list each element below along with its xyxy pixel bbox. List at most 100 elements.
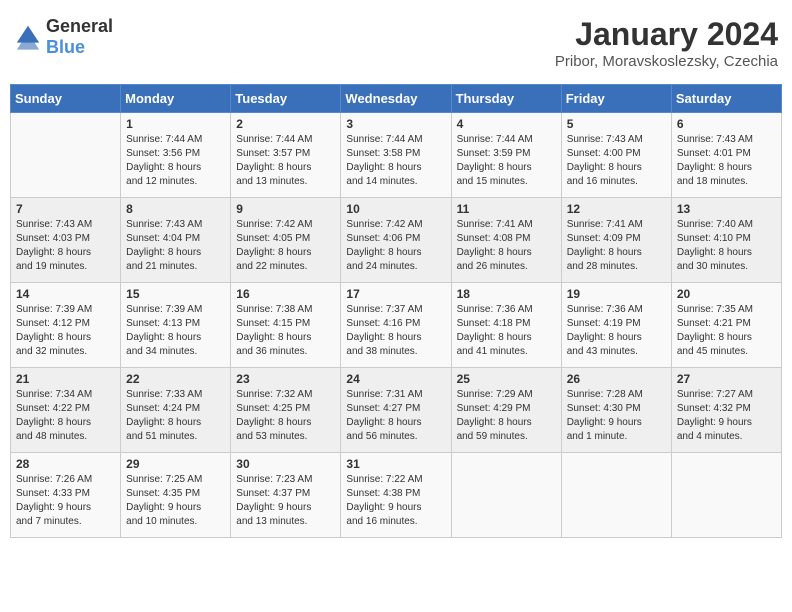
cell-content: Sunrise: 7:32 AM Sunset: 4:25 PM Dayligh… — [236, 388, 335, 444]
calendar-cell: 28 Sunrise: 7:26 AM Sunset: 4:33 PM Dayli… — [11, 453, 121, 538]
day-header-sunday: Sunday — [11, 85, 121, 113]
cell-content: Sunrise: 7:43 AM Sunset: 4:04 PM Dayligh… — [126, 218, 225, 274]
day-number: 17 — [346, 287, 445, 301]
calendar-cell: 13 Sunrise: 7:40 AM Sunset: 4:10 PM Dayli… — [671, 198, 781, 283]
cell-content: Sunrise: 7:43 AM Sunset: 4:03 PM Dayligh… — [16, 218, 115, 274]
calendar-cell: 23Sunrise: 7:32 AM Sunset: 4:25 PM Dayli… — [231, 368, 341, 453]
header: General Blue January 2024 Pribor, Moravs… — [10, 10, 782, 76]
day-number: 24 — [346, 372, 445, 386]
cell-content: Sunrise: 7:41 AM Sunset: 4:09 PM Dayligh… — [567, 218, 666, 274]
day-number: 10 — [346, 202, 445, 216]
day-header-friday: Friday — [561, 85, 671, 113]
cell-content: Sunrise: 7:40 AM Sunset: 4:10 PM Dayligh… — [677, 218, 776, 274]
cell-content: Sunrise: 7:42 AM Sunset: 4:06 PM Dayligh… — [346, 218, 445, 274]
cell-content: Sunrise: 7:31 AM Sunset: 4:27 PM Dayligh… — [346, 388, 445, 444]
day-number: 30 — [236, 457, 335, 471]
calendar-cell: 3 Sunrise: 7:44 AM Sunset: 3:58 PM Daylig… — [341, 113, 451, 198]
subtitle: Pribor, Moravskoslezsky, Czechia — [555, 53, 778, 70]
cell-content: Sunrise: 7:25 AM Sunset: 4:35 PM Dayligh… — [126, 473, 225, 529]
day-number: 13 — [677, 202, 776, 216]
calendar-cell: 17 Sunrise: 7:37 AM Sunset: 4:16 PM Dayli… — [341, 283, 451, 368]
calendar-cell: 1 Sunrise: 7:44 AM Sunset: 3:56 PM Daylig… — [121, 113, 231, 198]
day-number: 6 — [677, 117, 776, 131]
day-header-wednesday: Wednesday — [341, 85, 451, 113]
calendar-cell: 11 Sunrise: 7:41 AM Sunset: 4:08 PM Dayli… — [451, 198, 561, 283]
cell-content: Sunrise: 7:35 AM Sunset: 4:21 PM Dayligh… — [677, 303, 776, 359]
logo-icon — [14, 23, 42, 51]
calendar-cell: 31 Sunrise: 7:22 AM Sunset: 4:38 PM Dayli… — [341, 453, 451, 538]
cell-content: Sunrise: 7:33 AM Sunset: 4:24 PM Dayligh… — [126, 388, 225, 444]
calendar-cell: 27Sunrise: 7:27 AM Sunset: 4:32 PM Dayli… — [671, 368, 781, 453]
day-number: 19 — [567, 287, 666, 301]
day-number: 9 — [236, 202, 335, 216]
title-area: January 2024 Pribor, Moravskoslezsky, Cz… — [555, 16, 778, 70]
day-number: 1 — [126, 117, 225, 131]
calendar-cell: 20 Sunrise: 7:35 AM Sunset: 4:21 PM Dayli… — [671, 283, 781, 368]
cell-content: Sunrise: 7:39 AM Sunset: 4:12 PM Dayligh… — [16, 303, 115, 359]
calendar-header-row: SundayMondayTuesdayWednesdayThursdayFrid… — [11, 85, 782, 113]
cell-content: Sunrise: 7:41 AM Sunset: 4:08 PM Dayligh… — [457, 218, 556, 274]
cell-content: Sunrise: 7:23 AM Sunset: 4:37 PM Dayligh… — [236, 473, 335, 529]
cell-content: Sunrise: 7:44 AM Sunset: 3:58 PM Dayligh… — [346, 133, 445, 189]
calendar-cell: 7Sunrise: 7:43 AM Sunset: 4:03 PM Daylig… — [11, 198, 121, 283]
calendar-cell: 26 Sunrise: 7:28 AM Sunset: 4:30 PM Dayli… — [561, 368, 671, 453]
cell-content: Sunrise: 7:26 AM Sunset: 4:33 PM Dayligh… — [16, 473, 115, 529]
calendar-cell: 5 Sunrise: 7:43 AM Sunset: 4:00 PM Daylig… — [561, 113, 671, 198]
cell-content: Sunrise: 7:44 AM Sunset: 3:57 PM Dayligh… — [236, 133, 335, 189]
cell-content: Sunrise: 7:22 AM Sunset: 4:38 PM Dayligh… — [346, 473, 445, 529]
cell-content: Sunrise: 7:38 AM Sunset: 4:15 PM Dayligh… — [236, 303, 335, 359]
day-number: 25 — [457, 372, 556, 386]
calendar-cell: 2Sunrise: 7:44 AM Sunset: 3:57 PM Daylig… — [231, 113, 341, 198]
cell-content: Sunrise: 7:29 AM Sunset: 4:29 PM Dayligh… — [457, 388, 556, 444]
cell-content: Sunrise: 7:37 AM Sunset: 4:16 PM Dayligh… — [346, 303, 445, 359]
calendar-cell: 16 Sunrise: 7:38 AM Sunset: 4:15 PM Dayli… — [231, 283, 341, 368]
calendar-cell: 4 Sunrise: 7:44 AM Sunset: 3:59 PM Daylig… — [451, 113, 561, 198]
calendar-cell: 6 Sunrise: 7:43 AM Sunset: 4:01 PM Daylig… — [671, 113, 781, 198]
cell-content: Sunrise: 7:44 AM Sunset: 3:59 PM Dayligh… — [457, 133, 556, 189]
calendar-week-4: 21Sunrise: 7:34 AM Sunset: 4:22 PM Dayli… — [11, 368, 782, 453]
day-number: 16 — [236, 287, 335, 301]
day-number: 3 — [346, 117, 445, 131]
calendar-cell: 14Sunrise: 7:39 AM Sunset: 4:12 PM Dayli… — [11, 283, 121, 368]
calendar-week-1: 1 Sunrise: 7:44 AM Sunset: 3:56 PM Daylig… — [11, 113, 782, 198]
calendar-cell: 8 Sunrise: 7:43 AM Sunset: 4:04 PM Daylig… — [121, 198, 231, 283]
day-number: 15 — [126, 287, 225, 301]
day-header-monday: Monday — [121, 85, 231, 113]
day-header-saturday: Saturday — [671, 85, 781, 113]
cell-content: Sunrise: 7:43 AM Sunset: 4:01 PM Dayligh… — [677, 133, 776, 189]
calendar-cell — [671, 453, 781, 538]
calendar-cell: 22 Sunrise: 7:33 AM Sunset: 4:24 PM Dayli… — [121, 368, 231, 453]
month-title: January 2024 — [555, 16, 778, 53]
calendar-cell — [451, 453, 561, 538]
day-number: 28 — [16, 457, 115, 471]
cell-content: Sunrise: 7:28 AM Sunset: 4:30 PM Dayligh… — [567, 388, 666, 444]
cell-content: Sunrise: 7:36 AM Sunset: 4:19 PM Dayligh… — [567, 303, 666, 359]
calendar-cell — [561, 453, 671, 538]
calendar-cell: 12 Sunrise: 7:41 AM Sunset: 4:09 PM Dayli… — [561, 198, 671, 283]
day-number: 22 — [126, 372, 225, 386]
day-number: 26 — [567, 372, 666, 386]
day-number: 4 — [457, 117, 556, 131]
cell-content: Sunrise: 7:44 AM Sunset: 3:56 PM Dayligh… — [126, 133, 225, 189]
logo-blue: Blue — [46, 37, 85, 57]
logo-general: General — [46, 16, 113, 36]
calendar-cell: 29Sunrise: 7:25 AM Sunset: 4:35 PM Dayli… — [121, 453, 231, 538]
calendar-week-2: 7Sunrise: 7:43 AM Sunset: 4:03 PM Daylig… — [11, 198, 782, 283]
day-number: 12 — [567, 202, 666, 216]
cell-content: Sunrise: 7:36 AM Sunset: 4:18 PM Dayligh… — [457, 303, 556, 359]
day-number: 11 — [457, 202, 556, 216]
cell-content: Sunrise: 7:42 AM Sunset: 4:05 PM Dayligh… — [236, 218, 335, 274]
calendar-week-3: 14Sunrise: 7:39 AM Sunset: 4:12 PM Dayli… — [11, 283, 782, 368]
day-number: 31 — [346, 457, 445, 471]
calendar-cell: 15Sunrise: 7:39 AM Sunset: 4:13 PM Dayli… — [121, 283, 231, 368]
calendar-cell: 30 Sunrise: 7:23 AM Sunset: 4:37 PM Dayli… — [231, 453, 341, 538]
day-number: 20 — [677, 287, 776, 301]
day-header-tuesday: Tuesday — [231, 85, 341, 113]
cell-content: Sunrise: 7:43 AM Sunset: 4:00 PM Dayligh… — [567, 133, 666, 189]
day-number: 5 — [567, 117, 666, 131]
calendar-cell: 9 Sunrise: 7:42 AM Sunset: 4:05 PM Daylig… — [231, 198, 341, 283]
calendar-cell — [11, 113, 121, 198]
day-number: 27 — [677, 372, 776, 386]
day-number: 8 — [126, 202, 225, 216]
calendar-cell: 21Sunrise: 7:34 AM Sunset: 4:22 PM Dayli… — [11, 368, 121, 453]
